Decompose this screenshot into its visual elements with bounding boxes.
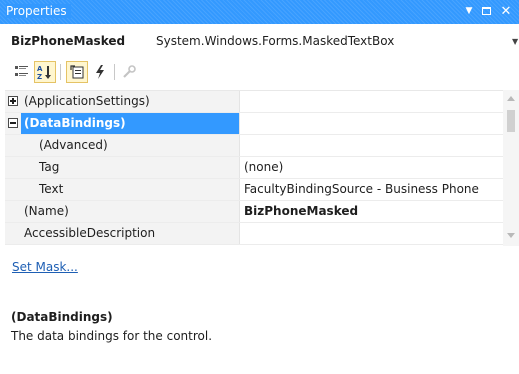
grid-row-databindings[interactable]: (DataBindings) <box>5 113 503 135</box>
maximize-icon[interactable] <box>478 3 494 20</box>
description-text: The data bindings for the control. <box>11 329 213 343</box>
alphabetical-icon: A Z <box>37 65 51 80</box>
row-gutter <box>5 91 21 112</box>
close-icon[interactable]: ✕ <box>498 3 514 20</box>
categorized-button[interactable] <box>11 61 33 83</box>
grid-scrollbar[interactable] <box>503 90 519 246</box>
property-pages-wrench-icon <box>123 65 136 78</box>
categorized-icon <box>15 66 28 76</box>
property-name: Text <box>21 179 240 200</box>
window-title: Properties <box>6 4 71 18</box>
property-name: Tag <box>21 157 240 178</box>
selected-object-name: BizPhoneMasked <box>11 34 126 48</box>
grid-row-tag[interactable]: Tag (none) <box>5 157 503 179</box>
scroll-up-icon[interactable] <box>507 96 515 101</box>
properties-toolbar: A Z <box>0 58 519 84</box>
events-button[interactable] <box>89 61 111 83</box>
svg-text:Z: Z <box>37 73 42 80</box>
property-value[interactable] <box>241 113 503 134</box>
object-selector[interactable]: BizPhoneMasked System.Windows.Forms.Mask… <box>0 34 519 54</box>
title-bar[interactable]: Properties ▼ ✕ <box>0 0 519 24</box>
property-name: AccessibleDescription <box>21 223 240 244</box>
property-name: (Advanced) <box>21 135 240 156</box>
property-value[interactable]: FacultyBindingSource - Business Phone <box>241 179 503 200</box>
row-gutter <box>5 135 21 156</box>
chevron-down-icon[interactable]: ▼ <box>512 37 518 46</box>
properties-button[interactable] <box>66 61 88 83</box>
description-pane: (DataBindings) The data bindings for the… <box>0 300 519 374</box>
commands-pane: Set Mask... <box>0 250 519 300</box>
row-gutter <box>5 113 21 134</box>
svg-text:A: A <box>37 65 43 73</box>
properties-icon <box>70 65 84 79</box>
property-name: (ApplicationSettings) <box>21 91 240 112</box>
properties-window: Properties ▼ ✕ BizPhoneMasked System.Win… <box>0 0 519 374</box>
selected-object-type: System.Windows.Forms.MaskedTextBox <box>156 34 395 48</box>
toolbar-separator <box>114 64 115 80</box>
property-value[interactable]: (none) <box>241 157 503 178</box>
row-gutter <box>5 223 21 244</box>
description-title: (DataBindings) <box>11 310 113 324</box>
alphabetical-button[interactable]: A Z <box>34 61 56 83</box>
row-gutter <box>5 201 21 222</box>
window-position-dropdown-icon[interactable]: ▼ <box>461 3 477 20</box>
grid-row-text[interactable]: Text FacultyBindingSource - Business Pho… <box>5 179 503 201</box>
collapse-minus-icon[interactable] <box>8 118 18 128</box>
scroll-down-icon[interactable] <box>507 233 515 238</box>
grid-row-accessibledescription[interactable]: AccessibleDescription <box>5 223 503 245</box>
grid-row-advanced[interactable]: (Advanced) <box>5 135 503 157</box>
expand-plus-icon[interactable] <box>8 96 18 106</box>
property-name: (DataBindings) <box>21 113 240 134</box>
property-value[interactable]: BizPhoneMasked <box>241 201 503 222</box>
grid-row-name[interactable]: (Name) BizPhoneMasked <box>5 201 503 223</box>
property-value[interactable] <box>241 223 503 244</box>
property-grid: (ApplicationSettings) (DataBindings) (Ad… <box>5 90 515 246</box>
grid-row-applicationsettings[interactable]: (ApplicationSettings) <box>5 91 503 113</box>
toolbar-separator <box>60 64 61 80</box>
events-lightning-icon <box>96 65 104 79</box>
row-gutter <box>5 179 21 200</box>
row-gutter <box>5 157 21 178</box>
set-mask-link[interactable]: Set Mask... <box>12 260 78 274</box>
property-value[interactable] <box>241 135 503 156</box>
property-value[interactable] <box>241 91 503 112</box>
property-name: (Name) <box>21 201 240 222</box>
property-pages-button[interactable] <box>118 61 140 83</box>
scroll-thumb[interactable] <box>507 110 515 132</box>
